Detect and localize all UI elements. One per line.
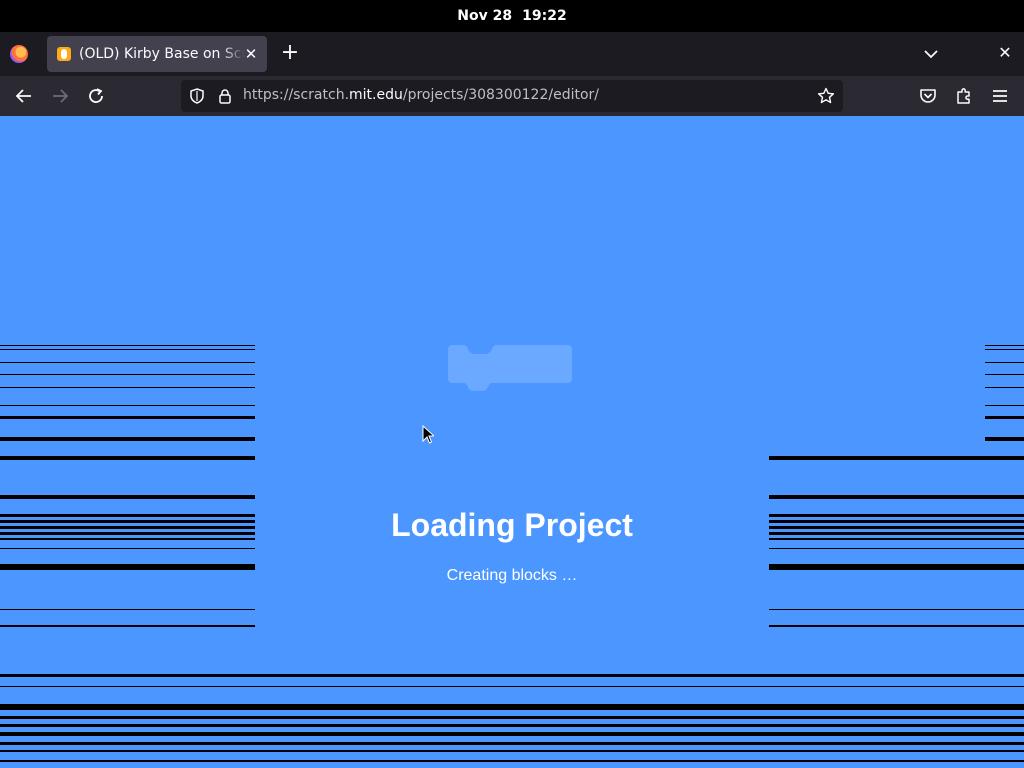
url-text[interactable]: https://scratch.mit.edu/projects/3083001… — [243, 87, 599, 103]
render-glitch — [0, 416, 255, 419]
star-icon[interactable] — [817, 87, 835, 105]
render-glitch — [0, 716, 1024, 719]
render-glitch — [0, 456, 255, 460]
window-close-icon[interactable]: ✕ — [995, 43, 1015, 63]
render-glitch — [985, 387, 1024, 388]
render-glitch — [0, 760, 1024, 762]
render-glitch — [0, 704, 1024, 710]
chevron-down-icon[interactable] — [920, 44, 942, 64]
render-glitch — [0, 349, 255, 350]
render-glitch — [0, 362, 255, 363]
render-glitch — [985, 416, 1024, 419]
plus-icon[interactable]: + — [279, 42, 301, 64]
tab-active[interactable]: (OLD) Kirby Base on Scratch ✕ — [47, 36, 267, 72]
loading-block-icon — [448, 345, 572, 391]
render-glitch — [0, 437, 255, 441]
loading-title: Loading Project — [391, 507, 633, 543]
close-icon[interactable]: ✕ — [241, 44, 261, 64]
render-glitch — [769, 548, 1024, 549]
render-glitch — [0, 732, 1024, 736]
system-time[interactable]: 19:22 — [522, 8, 567, 24]
scratch-favicon-icon — [57, 47, 71, 61]
render-glitch — [0, 495, 255, 499]
render-glitch — [0, 387, 255, 388]
render-glitch — [0, 750, 1024, 752]
render-glitch — [985, 345, 1024, 346]
system-date[interactable]: Nov 28 — [457, 8, 512, 24]
render-glitch — [0, 548, 255, 549]
tab-title: (OLD) Kirby Base on Scratch — [79, 46, 245, 62]
render-glitch — [985, 362, 1024, 363]
reload-icon[interactable] — [84, 84, 108, 108]
render-glitch — [769, 495, 1024, 499]
render-glitch — [769, 609, 1024, 610]
url-prefix: https://scratch. — [243, 87, 350, 103]
extensions-icon[interactable] — [952, 84, 976, 108]
render-glitch — [0, 405, 255, 406]
render-glitch — [0, 724, 1024, 727]
url-path: /projects/308300122/editor/ — [402, 87, 599, 103]
forward-arrow-icon[interactable] — [48, 84, 72, 108]
render-glitch — [0, 674, 1024, 677]
scratch-loading-screen: Loading Project Creating blocks … — [0, 116, 1024, 768]
render-glitch — [0, 609, 255, 610]
shield-icon[interactable] — [189, 88, 205, 104]
firefox-logo-icon[interactable] — [10, 45, 28, 63]
render-glitch — [0, 345, 255, 346]
render-glitch — [0, 625, 255, 627]
back-arrow-icon[interactable] — [12, 84, 36, 108]
loading-status-message: Creating blocks … — [446, 567, 578, 584]
lock-icon[interactable] — [217, 88, 233, 104]
menu-icon[interactable] — [988, 84, 1012, 108]
tab-strip: (OLD) Kirby Base on Scratch ✕ + ✕ — [0, 32, 1024, 76]
nav-bar: https://scratch.mit.edu/projects/3083001… — [0, 76, 1024, 116]
render-glitch — [985, 437, 1024, 441]
system-top-bar: Nov 28 19:22 — [0, 0, 1024, 32]
render-glitch — [0, 742, 1024, 745]
render-glitch — [0, 374, 255, 375]
url-host: mit.edu — [349, 87, 403, 103]
cursor-icon — [422, 425, 434, 444]
render-glitch — [985, 405, 1024, 406]
render-glitch — [985, 349, 1024, 350]
render-glitch — [769, 456, 1024, 460]
url-bar[interactable]: https://scratch.mit.edu/projects/3083001… — [181, 80, 843, 112]
pocket-icon[interactable] — [916, 84, 940, 108]
render-glitch — [769, 625, 1024, 627]
render-glitch — [0, 686, 1024, 687]
render-glitch — [985, 374, 1024, 375]
